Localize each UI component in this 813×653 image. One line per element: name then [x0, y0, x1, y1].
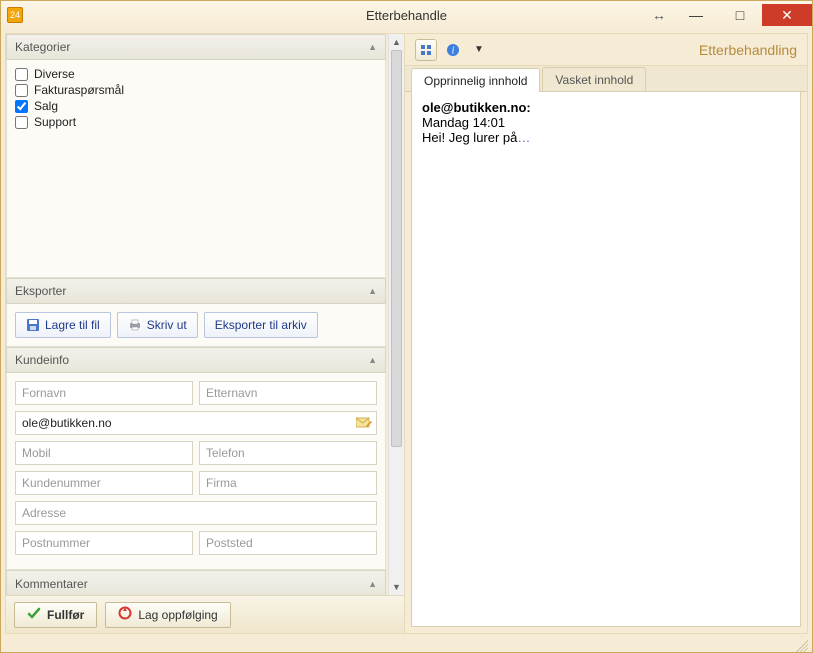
category-checkbox[interactable]: [15, 68, 28, 81]
content-tabs: Opprinnelig innhold Vasket innhold: [405, 66, 807, 92]
minimize-button[interactable]: —: [674, 4, 718, 26]
customer-number-field[interactable]: Kundenummer: [15, 471, 193, 495]
postal-code-field[interactable]: Postnummer: [15, 531, 193, 555]
scroll-down-icon[interactable]: ▼: [389, 579, 404, 595]
move-handle-icon[interactable]: ↔: [644, 4, 674, 26]
categories-panel: Diverse Fakturaspørsmål Salg Suppor: [6, 60, 386, 278]
check-icon: [27, 606, 41, 623]
followup-icon: [118, 606, 132, 623]
resize-grip[interactable]: [796, 640, 808, 652]
export-panel: Lagre til fil Skriv ut Eksporter til ark…: [6, 304, 386, 347]
right-toolbar: i ▼ Etterbehandling: [405, 34, 807, 66]
save-to-file-label: Lagre til fil: [45, 318, 100, 332]
dropdown-arrow-icon[interactable]: ▼: [469, 40, 489, 60]
city-field[interactable]: Poststed: [199, 531, 377, 555]
complete-button[interactable]: Fullfør: [14, 602, 97, 628]
followup-button[interactable]: Lag oppfølging: [105, 602, 230, 628]
message-timestamp: Mandag 14:01: [422, 115, 790, 130]
category-item[interactable]: Salg: [15, 98, 377, 114]
category-label: Salg: [34, 99, 58, 113]
print-button[interactable]: Skriv ut: [117, 312, 198, 338]
collapse-icon: ▲: [368, 42, 377, 52]
category-label: Diverse: [34, 67, 75, 81]
customer-title: Kundeinfo: [15, 353, 69, 367]
complete-label: Fullfør: [47, 608, 84, 622]
categories-title: Kategorier: [15, 40, 70, 54]
categories-header[interactable]: Kategorier ▲: [6, 34, 386, 60]
customer-panel: Fornavn Etternavn ole@butikken.no: [6, 373, 386, 570]
category-item[interactable]: Support: [15, 114, 377, 130]
floppy-icon: [26, 318, 40, 332]
category-checkbox[interactable]: [15, 116, 28, 129]
comments-title: Kommentarer: [15, 577, 88, 591]
export-archive-button[interactable]: Eksporter til arkiv: [204, 312, 318, 338]
address-field[interactable]: Adresse: [15, 501, 377, 525]
left-scroll-area: Kategorier ▲ Diverse Fakturaspørsmål: [6, 34, 404, 595]
right-pane-title: Etterbehandling: [699, 42, 797, 58]
left-scrollbar[interactable]: ▲ ▼: [388, 34, 404, 595]
app-icon: 24: [7, 7, 23, 23]
footer-bar: Fullfør Lag oppfølging: [6, 595, 404, 633]
comments-header[interactable]: Kommentarer ▲: [6, 570, 386, 595]
firstname-field[interactable]: Fornavn: [15, 381, 193, 405]
export-title: Eksporter: [15, 284, 66, 298]
status-strip: [1, 638, 812, 652]
printer-icon: [128, 318, 142, 332]
tab-washed-content[interactable]: Vasket innhold: [542, 67, 646, 91]
main-body: Kategorier ▲ Diverse Fakturaspørsmål: [5, 33, 808, 634]
grid-tool-button[interactable]: [415, 39, 437, 61]
maximize-button[interactable]: □: [718, 4, 762, 26]
collapse-icon: ▲: [368, 286, 377, 296]
export-archive-label: Eksporter til arkiv: [215, 318, 307, 332]
mobile-field[interactable]: Mobil: [15, 441, 193, 465]
close-button[interactable]: ✕: [762, 4, 812, 26]
category-label: Support: [34, 115, 76, 129]
category-checkbox[interactable]: [15, 100, 28, 113]
message-from: ole@butikken.no:: [422, 100, 790, 115]
window-controls: ↔ — □ ✕: [644, 4, 812, 26]
company-field[interactable]: Firma: [199, 471, 377, 495]
collapse-icon: ▲: [368, 355, 377, 365]
save-to-file-button[interactable]: Lagre til fil: [15, 312, 111, 338]
scroll-up-icon[interactable]: ▲: [389, 34, 404, 50]
left-panel: Kategorier ▲ Diverse Fakturaspørsmål: [6, 34, 404, 633]
compose-mail-icon[interactable]: [356, 416, 372, 430]
info-icon[interactable]: i: [443, 40, 463, 60]
category-item[interactable]: Fakturaspørsmål: [15, 82, 377, 98]
email-field[interactable]: ole@butikken.no: [15, 411, 377, 435]
message-body: Hei! Jeg lurer på: [422, 130, 517, 145]
collapse-icon: ▲: [368, 579, 377, 589]
svg-text:i: i: [452, 45, 455, 56]
followup-label: Lag oppfølging: [138, 608, 217, 622]
scroll-thumb[interactable]: [391, 50, 402, 447]
category-label: Fakturaspørsmål: [34, 83, 124, 97]
print-label: Skriv ut: [147, 318, 187, 332]
category-item[interactable]: Diverse: [15, 66, 377, 82]
category-checkbox[interactable]: [15, 84, 28, 97]
message-content: ole@butikken.no: Mandag 14:01 Hei! Jeg l…: [411, 92, 801, 627]
tab-original-content[interactable]: Opprinnelig innhold: [411, 68, 540, 92]
message-ellipsis: …: [517, 130, 530, 145]
lastname-field[interactable]: Etternavn: [199, 381, 377, 405]
phone-field[interactable]: Telefon: [199, 441, 377, 465]
title-bar: 24 Etterbehandle ↔ — □ ✕: [1, 1, 812, 29]
window-root: 24 Etterbehandle ↔ — □ ✕ Kategorier ▲: [0, 0, 813, 653]
right-panel: i ▼ Etterbehandling Opprinnelig innhold …: [404, 34, 807, 633]
scroll-track[interactable]: [389, 50, 404, 579]
customer-header[interactable]: Kundeinfo ▲: [6, 347, 386, 373]
export-header[interactable]: Eksporter ▲: [6, 278, 386, 304]
